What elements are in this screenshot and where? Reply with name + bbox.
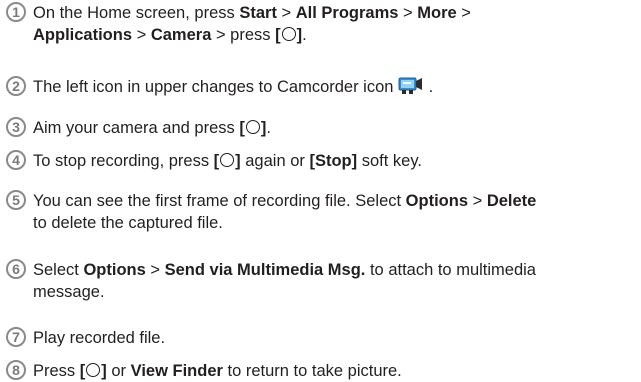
step-text-bold: Send via Multimedia Msg. [164, 261, 366, 279]
step-text-plain: to return to take picture. [222, 362, 402, 380]
step-text-plain: > [398, 4, 418, 22]
step-text-plain: > [132, 26, 151, 44]
step-number-badge: 1 [6, 2, 26, 22]
step-text-line: Aim your camera and press []. [33, 117, 639, 139]
step-text-plain: > [468, 192, 487, 210]
instruction-steps: 1 On the Home screen, press Start > All P… [0, 0, 641, 380]
step-text-plain: soft key. [357, 152, 422, 170]
step-text-bold: [ [213, 152, 220, 170]
step-text-line: The left icon in upper changes to Camcor… [33, 76, 639, 98]
step-number-badge: 7 [6, 327, 26, 347]
step-text-plain: The left icon in upper changes to Camcor… [33, 78, 399, 96]
step-text-line: message. [33, 281, 639, 303]
circle-button-icon [245, 120, 260, 134]
step-text-line: On the Home screen, press Start > All Pr… [33, 2, 639, 24]
camcorder-icon [398, 76, 424, 96]
step-text-bold: View Finder [130, 362, 223, 380]
step-text: Play recorded file. [33, 327, 639, 349]
circle-button-icon [220, 153, 235, 167]
step-text-line: Select Options > Send via Multimedia Msg… [33, 259, 639, 281]
step-number-badge: 6 [6, 259, 26, 279]
step-text-plain: to delete the captured file. [33, 214, 223, 232]
step-text-line: To stop recording, press [] again or [St… [33, 150, 639, 172]
step-number-badge: 2 [6, 76, 26, 96]
step-text-plain: . [302, 26, 307, 44]
step-text-plain: > [145, 261, 165, 279]
circle-button-icon [86, 363, 101, 377]
step-text-line: Play recorded file. [33, 327, 639, 349]
step-text: The left icon in upper changes to Camcor… [33, 76, 639, 98]
step-text-plain: Select [33, 261, 84, 279]
step-text: On the Home screen, press Start > All Pr… [33, 2, 639, 46]
step-number-badge: 4 [6, 150, 26, 170]
step-number-badge: 8 [6, 360, 26, 380]
step-text-plain: > [456, 4, 471, 22]
step-text-plain: To stop recording, press [33, 152, 214, 170]
step-text: You can see the first frame of recording… [33, 190, 639, 234]
step-text-bold: All Programs [295, 4, 399, 22]
step-text-plain: > [276, 4, 296, 22]
step-text-plain: On the Home screen, press [33, 4, 240, 22]
step-text-plain: > press [211, 26, 276, 44]
step-text-plain: message. [33, 283, 105, 301]
step-text-plain: to attach to multimedia [365, 261, 536, 279]
step-text-plain: Aim your camera and press [33, 119, 240, 137]
step-text-bold: Options [83, 261, 146, 279]
step-text-plain: . [424, 78, 434, 96]
step-text-plain: Play recorded file. [33, 329, 166, 347]
step-text-plain: Press [33, 362, 80, 380]
step-text-plain: . [266, 119, 271, 137]
step-text-plain: You can see the first frame of recording… [33, 192, 406, 210]
step-text-line: to delete the captured file. [33, 212, 639, 234]
step-text-bold: [ [79, 362, 86, 380]
step-text: Select Options > Send via Multimedia Msg… [33, 259, 639, 303]
step-number-badge: 5 [6, 190, 26, 210]
step-text-bold: Delete [486, 192, 537, 210]
step-text-line: Applications > Camera > press []. [33, 24, 639, 46]
step-text-plain: again or [240, 152, 310, 170]
circle-button-icon [281, 27, 296, 41]
step-text: To stop recording, press [] again or [St… [33, 150, 639, 172]
step-text-bold: Camera [150, 26, 212, 44]
step-number-badge: 3 [6, 117, 26, 137]
step-text-bold: More [417, 4, 457, 22]
step-text-bold: [Stop] [309, 152, 358, 170]
step-text-line: You can see the first frame of recording… [33, 190, 639, 212]
step-text-bold: Start [239, 4, 277, 22]
step-text: Aim your camera and press []. [33, 117, 639, 139]
step-text-bold: Options [405, 192, 468, 210]
step-text-bold: [ [239, 119, 245, 137]
step-text-bold: Applications [33, 26, 133, 44]
step-text-plain: or [106, 362, 131, 380]
step-text-bold: [ [275, 26, 281, 44]
